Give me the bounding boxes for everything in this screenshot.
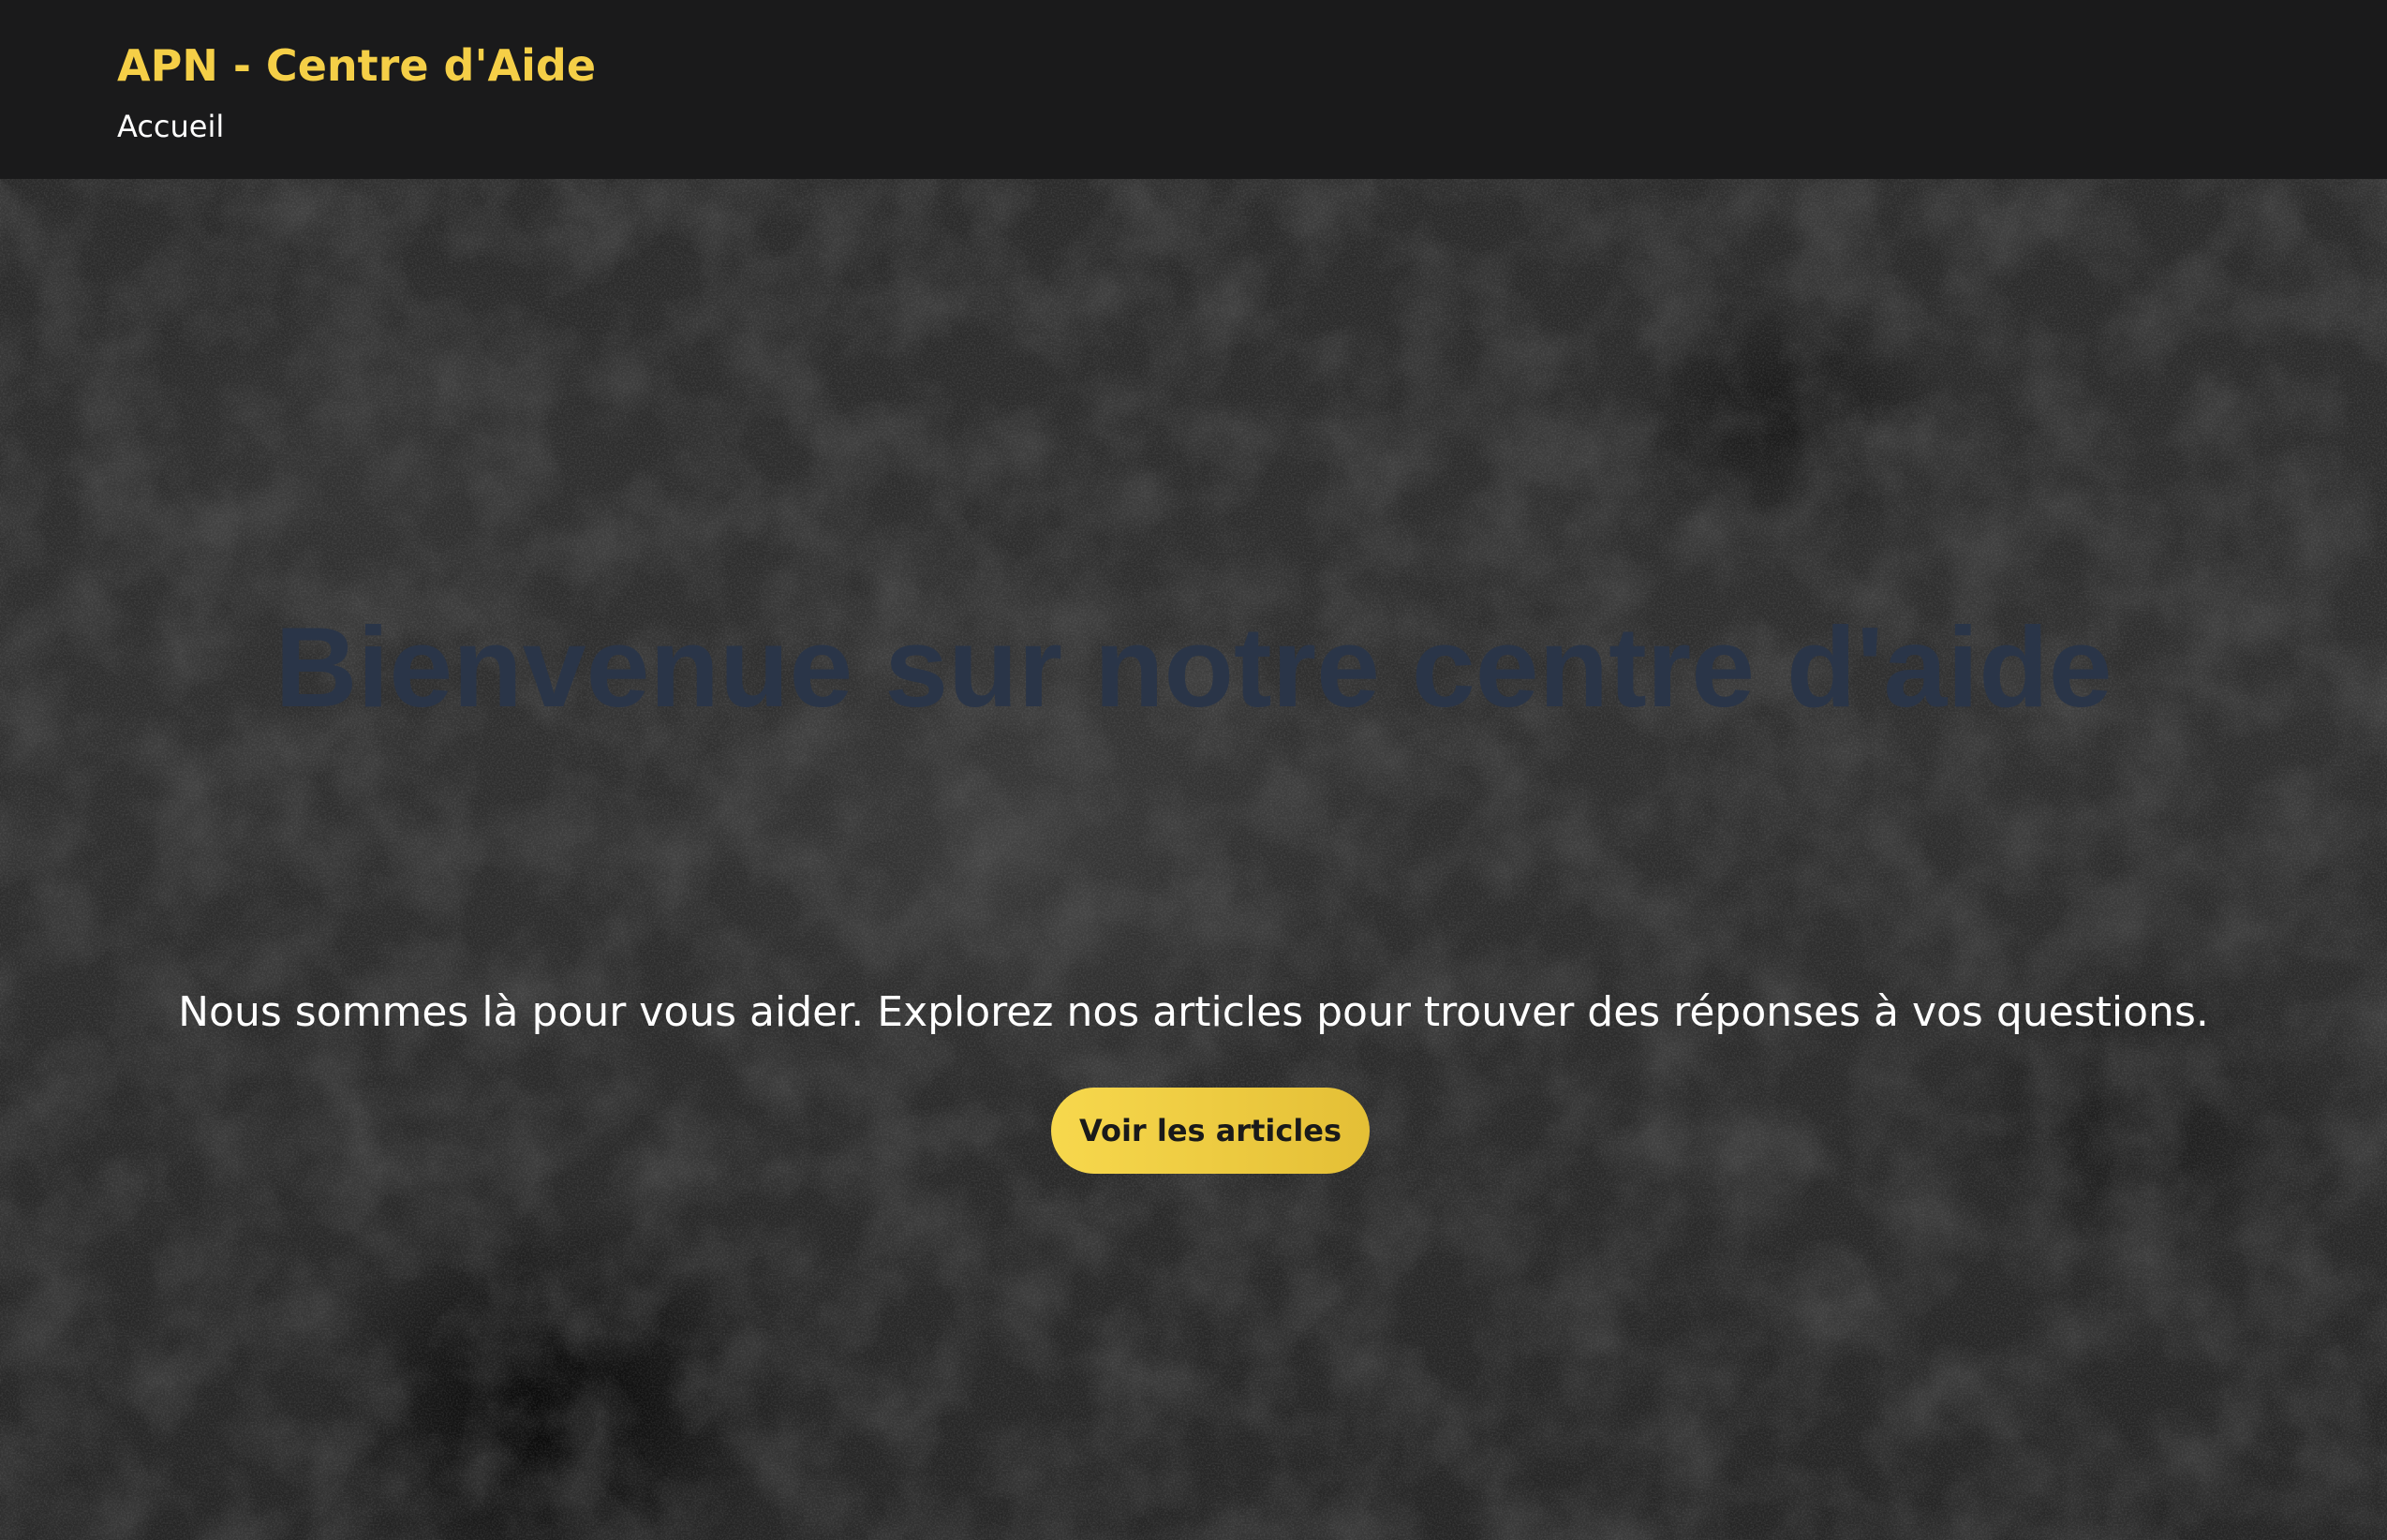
background-texture xyxy=(0,179,2387,1540)
site-title[interactable]: APN - Centre d'Aide xyxy=(117,34,596,97)
site-header: APN - Centre d'Aide Accueil xyxy=(0,0,2387,179)
hero-title: Bienvenue sur notre centre d'aide xyxy=(274,603,2113,731)
hero-subtitle: Nous sommes là pour vous aider. Explorez… xyxy=(178,988,2209,1036)
hero-section: Bienvenue sur notre centre d'aide Nous s… xyxy=(0,179,2387,1540)
view-articles-button[interactable]: Voir les articles xyxy=(1051,1088,1370,1174)
nav-link-home[interactable]: Accueil xyxy=(117,105,224,148)
